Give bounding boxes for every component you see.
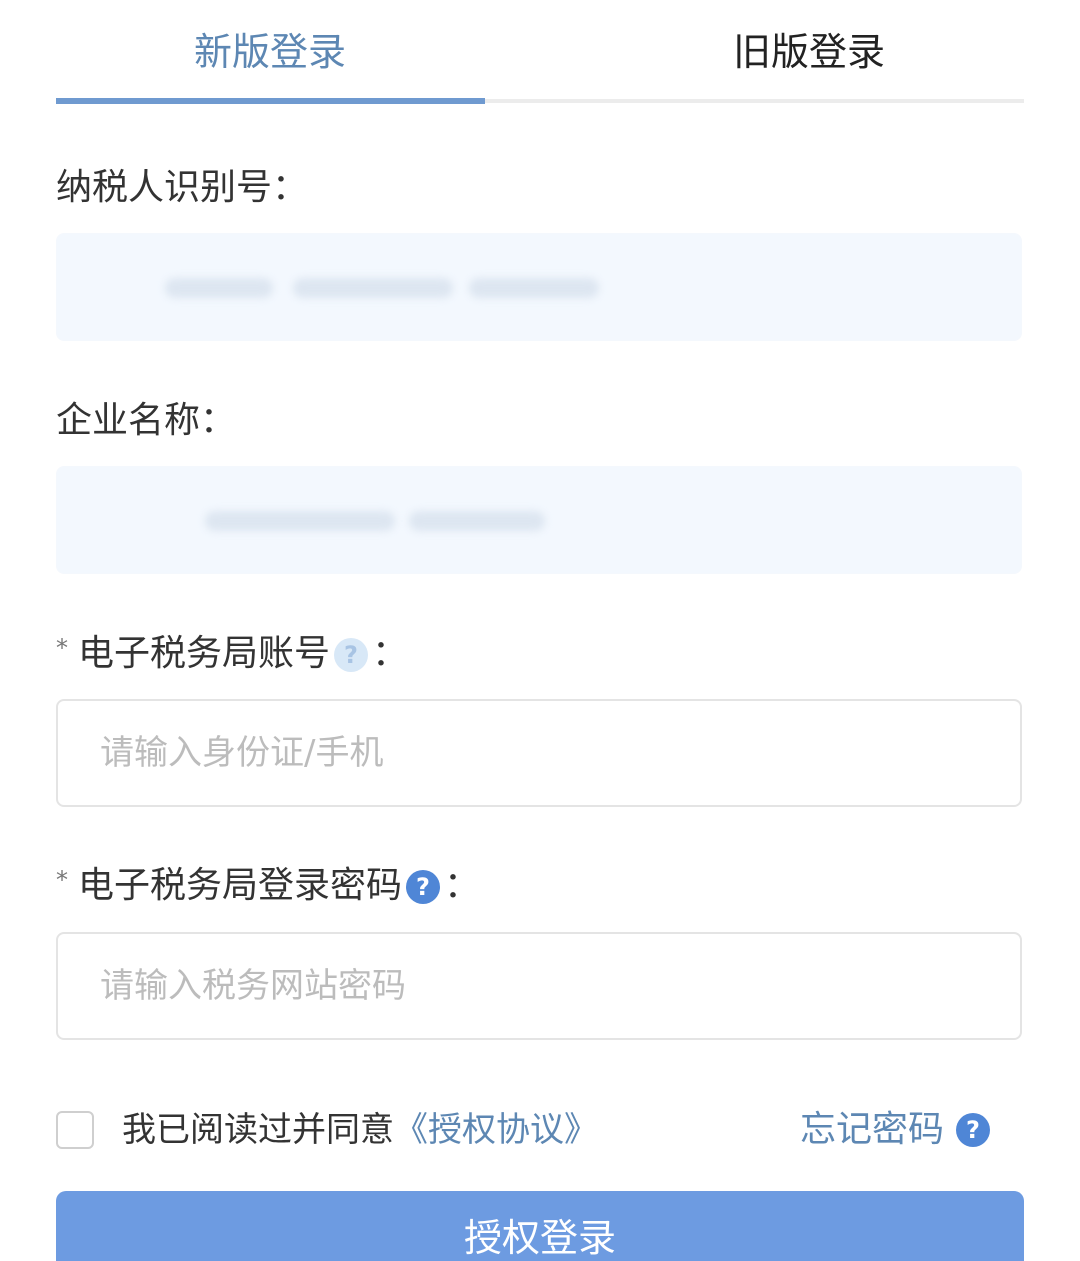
- etax-account-field: [56, 699, 1022, 807]
- etax-password-field: [56, 932, 1022, 1040]
- required-mark: *: [56, 634, 68, 662]
- etax-password-input[interactable]: [100, 934, 980, 1038]
- agreement-statement: 我已阅读过并同意: [122, 1110, 394, 1150]
- etax-account-label-text: 电子税务局账号: [78, 633, 331, 674]
- etax-password-label-text: 电子税务局登录密码: [78, 865, 403, 906]
- help-icon[interactable]: ?: [406, 870, 441, 904]
- obscured-text: [409, 511, 545, 531]
- obscured-text: [293, 278, 453, 298]
- login-page: 新版登录 旧版登录 纳税人识别号： 企业名称： *电子税务局账号?： *电子税务…: [0, 0, 1080, 1261]
- agreement-text: 我已阅读过并同意《授权协议》: [122, 1106, 598, 1154]
- login-tabs: 新版登录 旧版登录: [56, 0, 1024, 104]
- company-name-field: [56, 466, 1022, 574]
- etax-account-input[interactable]: [100, 701, 980, 805]
- label-colon: ：: [444, 865, 481, 906]
- taxpayer-id-label: 纳税人识别号：: [56, 167, 309, 208]
- help-icon[interactable]: ?: [956, 1113, 991, 1147]
- tab-new-login[interactable]: 新版登录: [56, 24, 484, 80]
- agreement-checkbox[interactable]: [56, 1111, 94, 1149]
- etax-account-label: * 电子税务局账号?：: [56, 630, 408, 678]
- authorization-agreement-link[interactable]: 《授权协议》: [394, 1110, 598, 1150]
- forgot-password-link[interactable]: 忘记密码?: [800, 1106, 994, 1154]
- obscured-text: [165, 278, 273, 298]
- obscured-text: [469, 278, 599, 298]
- company-name-label: 企业名称：: [56, 400, 237, 441]
- required-mark: *: [56, 866, 68, 894]
- etax-password-label: * 电子税务局登录密码?：: [56, 862, 480, 910]
- active-tab-indicator: [56, 98, 485, 104]
- obscured-text: [205, 511, 395, 531]
- authorize-login-button[interactable]: 授权登录: [56, 1191, 1024, 1261]
- taxpayer-id-field: [56, 233, 1022, 341]
- forgot-password-text[interactable]: 忘记密码: [800, 1109, 944, 1150]
- tab-old-login[interactable]: 旧版登录: [594, 24, 1024, 80]
- label-colon: ：: [372, 633, 409, 674]
- help-icon[interactable]: ?: [334, 638, 369, 672]
